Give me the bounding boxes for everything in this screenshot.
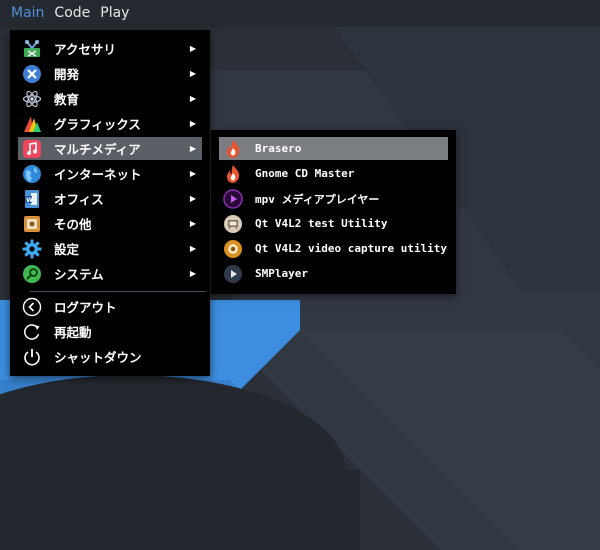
submenu-arrow-icon: ▶ [189, 269, 197, 278]
submenu-arrow-icon: ▶ [189, 119, 197, 128]
restart-icon [24, 323, 40, 340]
panel-menu-play[interactable]: Play [95, 0, 134, 27]
submenu-arrow-icon: ▶ [189, 194, 197, 203]
development-icon [23, 64, 41, 83]
menu-item-multimedia[interactable]: マルチメディア ▶ [18, 137, 202, 160]
internet-icon [23, 164, 41, 183]
menu-item-label: 再起動 [54, 325, 92, 340]
gnome-cd-master-icon [227, 164, 240, 183]
submenu-item-label: Qt V4L2 video capture utility [255, 242, 448, 255]
menu-item-label: アクセサリ [54, 42, 116, 57]
submenu-item-label: Brasero [255, 142, 302, 155]
submenu-arrow-icon: ▶ [189, 244, 197, 253]
menu-item-internet[interactable]: インターネット ▶ [18, 162, 202, 185]
menu-item-label: オフィス [54, 192, 104, 207]
submenu-item-brasero[interactable]: Brasero [219, 137, 448, 160]
menu-item-label: インターネット [54, 167, 142, 182]
submenu-arrow-icon: ▶ [189, 94, 197, 103]
menu-item-label: その他 [54, 217, 92, 232]
graphics-icon [24, 115, 41, 132]
submenu-item-smplayer[interactable]: SMPlayer [219, 262, 448, 285]
menu-item-development[interactable]: 開発 ▶ [18, 62, 202, 85]
menu-item-restart[interactable]: 再起動 [18, 320, 202, 343]
shutdown-icon [24, 348, 40, 365]
menu-item-settings[interactable]: 設定 ▶ [18, 237, 202, 260]
menu-item-office[interactable]: W オフィス ▶ [18, 187, 202, 210]
submenu-item-label: SMPlayer [255, 267, 308, 280]
submenu-arrow-icon: ▶ [189, 69, 197, 78]
application-menu: アクセサリ ▶ 開発 ▶ 教育 ▶ グラフィックス ▶ マルチメディア ▶ イン… [10, 30, 210, 376]
submenu-item-label: Qt V4L2 test Utility [255, 217, 388, 230]
submenu-arrow-icon: ▶ [189, 169, 197, 178]
submenu-arrow-icon: ▶ [189, 44, 197, 53]
menu-item-logout[interactable]: ログアウト [18, 295, 202, 318]
qvidcap-icon [224, 239, 242, 258]
education-icon [22, 90, 42, 107]
office-icon: W [25, 189, 39, 208]
brasero-icon [227, 139, 240, 158]
multimedia-submenu: Brasero Gnome CD Master mpv メディアプレイヤー Qt… [211, 130, 456, 294]
menu-item-system[interactable]: システム ▶ [18, 262, 202, 285]
panel-menu-code[interactable]: Code [49, 0, 95, 27]
panel-menu-main[interactable]: Main [6, 0, 49, 27]
submenu-item-gnome-cd-master[interactable]: Gnome CD Master [219, 162, 448, 185]
submenu-arrow-icon: ▶ [189, 219, 197, 228]
submenu-item-mpv[interactable]: mpv メディアプレイヤー [219, 187, 448, 210]
menu-item-label: ログアウト [54, 300, 117, 315]
qv4l2-icon [224, 214, 242, 233]
menu-item-label: 設定 [54, 242, 80, 257]
other-icon [24, 215, 40, 232]
menu-item-label: 開発 [54, 67, 80, 82]
multimedia-icon [23, 139, 41, 158]
smplayer-icon [224, 264, 242, 283]
submenu-arrow-icon: ▶ [189, 144, 197, 153]
system-icon [23, 264, 41, 283]
menu-item-education[interactable]: 教育 ▶ [18, 87, 202, 110]
submenu-item-qvidcap[interactable]: Qt V4L2 video capture utility [219, 237, 448, 260]
menu-item-label: グラフィックス [54, 117, 141, 132]
menu-item-graphics[interactable]: グラフィックス ▶ [18, 112, 202, 135]
submenu-item-label: mpv メディアプレイヤー [255, 192, 380, 206]
logout-icon [22, 297, 42, 316]
mpv-icon [223, 188, 243, 209]
menu-item-label: 教育 [54, 92, 80, 107]
svg-text:W: W [26, 196, 33, 203]
menu-item-label: シャットダウン [54, 350, 142, 365]
menu-item-accessories[interactable]: アクセサリ ▶ [18, 37, 202, 60]
menu-separator [30, 291, 206, 292]
menu-item-label: マルチメディア [54, 142, 141, 157]
settings-icon [22, 239, 42, 258]
menu-item-shutdown[interactable]: シャットダウン [18, 345, 202, 368]
submenu-item-label: Gnome CD Master [255, 167, 355, 180]
submenu-item-qv4l2[interactable]: Qt V4L2 test Utility [219, 212, 448, 235]
menu-item-label: システム [54, 267, 104, 282]
accessories-icon [24, 39, 40, 57]
top-panel: Main Code Play [0, 0, 600, 27]
menu-item-other[interactable]: その他 ▶ [18, 212, 202, 235]
